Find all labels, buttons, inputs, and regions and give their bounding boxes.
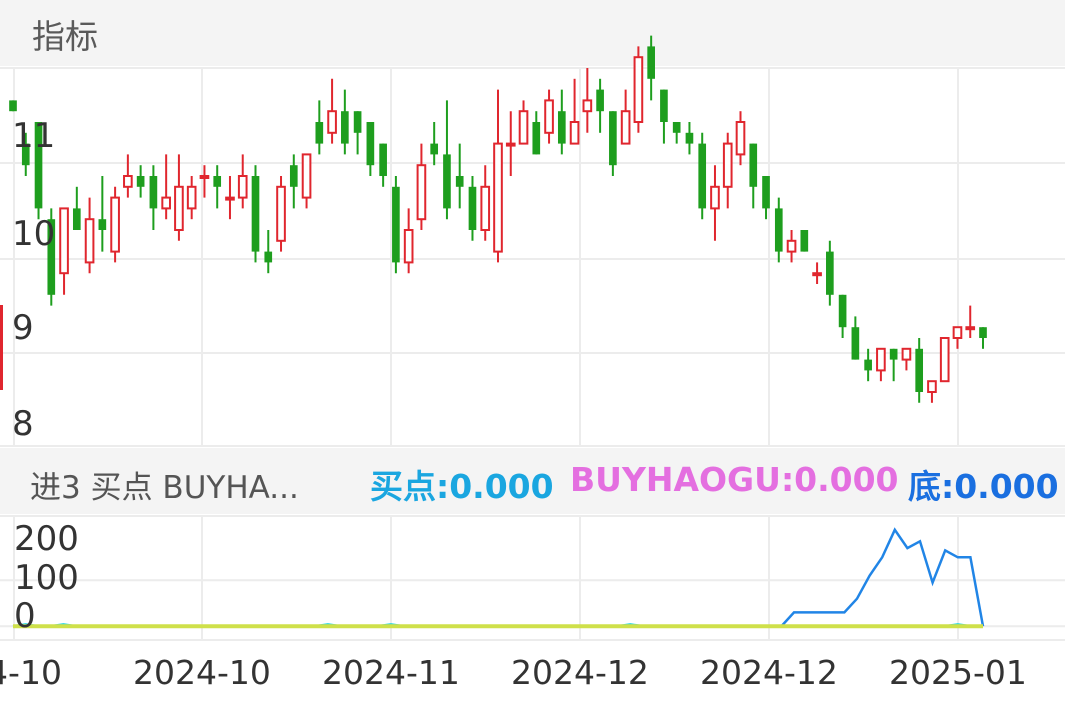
candle-body: [557, 111, 566, 144]
candle-body: [927, 380, 937, 394]
y-tick-label: 10: [12, 214, 55, 254]
candle-body: [327, 110, 337, 134]
candle-body: [762, 176, 770, 209]
x-tick-label: 2025-01: [889, 653, 1027, 692]
buyhaogu-value: BUYHAOGU:0.000: [570, 460, 899, 499]
candle-body: [174, 185, 184, 232]
candle-body: [149, 176, 158, 209]
candle-body: [366, 122, 375, 166]
candle-body: [225, 196, 235, 201]
buy-point-value: 买点:0.000: [370, 467, 554, 506]
candle-body: [915, 348, 924, 392]
x-tick-label: 2024-12: [511, 653, 649, 692]
candle-body: [518, 110, 529, 145]
candle-body: [237, 175, 248, 199]
candle-body: [672, 122, 681, 133]
candle-body: [392, 186, 400, 263]
candle-body: [136, 176, 145, 187]
candle-body: [722, 142, 733, 188]
candle-body: [685, 132, 694, 144]
candle-body: [889, 348, 898, 360]
y-tick-label: 9: [12, 308, 34, 348]
candle-body: [416, 164, 427, 221]
candle-body: [596, 89, 604, 112]
candle-body: [979, 327, 987, 338]
candle-body: [864, 359, 872, 371]
y-tick-label: 200: [14, 519, 79, 559]
candle-body: [186, 185, 197, 210]
candle-body: [251, 176, 260, 252]
candle-body: [9, 100, 17, 112]
left-marker: [0, 305, 3, 390]
candle-body: [161, 196, 171, 210]
candle-body: [965, 326, 976, 331]
candle-body: [620, 110, 631, 145]
candle-body: [430, 143, 439, 155]
y-tick-label: 100: [14, 558, 79, 598]
candle-body: [660, 89, 668, 122]
y-tick-label: 8: [12, 404, 34, 444]
candle-body: [876, 347, 886, 372]
candle-body: [544, 99, 554, 134]
candle-body: [609, 111, 617, 166]
candle-body: [276, 185, 286, 242]
candle-body: [468, 186, 477, 230]
candle-body: [952, 326, 963, 340]
candle-body: [379, 143, 387, 176]
y-tick-label: 0: [14, 596, 36, 636]
candle-body: [353, 111, 362, 133]
candle-body: [851, 327, 860, 360]
candle-body: [199, 175, 210, 179]
candle-body: [403, 229, 414, 264]
x-tick-label: 24-10: [0, 653, 62, 692]
candle-body: [341, 111, 349, 144]
indicator-bar[interactable]: 进3 买点 BUYHA... 买点:0.000 BUYHAOGU:0.000 底…: [0, 448, 1065, 514]
bottom-value: 底:0.000: [908, 467, 1059, 506]
candle-body: [480, 185, 491, 232]
candle-body: [455, 176, 464, 187]
candle-body: [123, 175, 133, 188]
candle-body: [698, 143, 707, 209]
candle-body: [443, 154, 451, 209]
candle-body: [838, 294, 847, 328]
candle-body: [59, 207, 69, 275]
candle-body: [786, 239, 797, 253]
candle-body: [633, 56, 644, 124]
indicator-name[interactable]: 进3 买点 BUYHA...: [30, 462, 299, 507]
candle-body: [289, 165, 298, 187]
candle-body: [315, 122, 324, 144]
candle-body: [532, 122, 541, 155]
candle-body: [735, 121, 746, 156]
price-chart: 11 10 9 8 2001000 24-10 2024-10 2024-11 2024-12 2…: [0, 35, 1065, 692]
candle-body: [98, 219, 107, 230]
y-tick-label: 11: [12, 116, 55, 156]
indicator-line: [13, 527, 985, 628]
candle-body: [110, 196, 120, 253]
candle-body: [800, 230, 809, 252]
candle-body: [569, 121, 580, 145]
candle-body: [774, 208, 783, 252]
candle-body: [749, 143, 758, 187]
candle-body: [213, 176, 222, 187]
x-tick-label: 2024-11: [322, 653, 460, 692]
candle-body: [582, 99, 593, 113]
x-tick-label: 2024-12: [700, 653, 838, 692]
candle-body: [812, 272, 822, 277]
x-tick-label: 2024-10: [133, 653, 271, 692]
candle-body: [505, 142, 516, 147]
candle-body: [264, 251, 273, 263]
candle-body: [301, 153, 312, 199]
candle-body: [710, 185, 720, 210]
candle-body: [84, 218, 95, 264]
candle-body: [826, 251, 834, 295]
candle-body: [939, 337, 950, 383]
candle-body: [647, 46, 655, 79]
candle-body: [72, 208, 81, 230]
candle-body: [493, 142, 503, 253]
candle-body: [901, 347, 912, 361]
